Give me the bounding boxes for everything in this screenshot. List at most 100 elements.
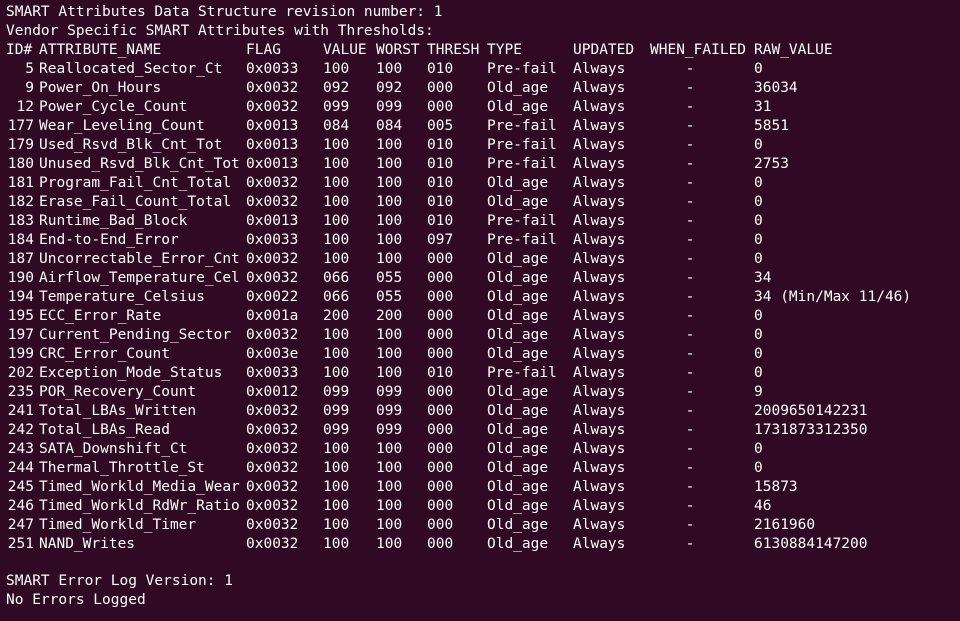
attribute-name: Program_Fail_Cnt_Total [39,175,232,191]
attribute-when-failed: - [685,536,695,552]
attribute-updated: Always [573,232,626,248]
header-updated: UPDATED [573,42,635,58]
attribute-name: Total_LBAs_Written [39,403,197,419]
attribute-flag: 0x0032 [246,99,299,115]
attribute-raw-value: 0 [754,251,763,267]
attribute-thresh: 000 [427,403,454,419]
attribute-worst: 100 [376,232,403,248]
attribute-thresh: 010 [427,61,454,77]
attribute-type: Old_age [487,517,549,533]
attribute-flag: 0x0013 [246,137,299,153]
attribute-name: Reallocated_Sector_Ct [39,61,223,77]
table-row: 12 Power_Cycle_Count 0x0032 099 099 000 Old_ag… [6,98,960,117]
terminal-window[interactable]: SMART Attributes Data Structure revision… [0,0,960,621]
attribute-value: 099 [323,99,350,115]
attribute-name: Timed_Workld_RdWr_Ratio [39,498,240,514]
header-raw-value: RAW_VALUE [754,42,833,58]
attribute-id: 245 [7,479,34,495]
attribute-id: 5 [25,61,34,77]
attribute-type: Pre-fail [487,137,557,153]
attribute-worst: 099 [376,99,403,115]
attribute-id: 197 [7,327,34,343]
attribute-value: 100 [323,460,350,476]
attribute-when-failed: - [685,517,695,533]
attribute-value: 200 [323,308,350,324]
attribute-flag: 0x0032 [246,194,299,210]
attribute-thresh: 010 [427,175,454,191]
attribute-id: 242 [7,422,34,438]
table-row: 183 Runtime_Bad_Block 0x0013 100 100 010 Pre-f… [6,212,960,231]
attribute-thresh: 010 [427,213,454,229]
table-row: 245 Timed_Workld_Media_Wear 0x0032 100 100 00… [6,478,960,497]
attribute-name: Wear_Leveling_Count [39,118,205,134]
attribute-updated: Always [573,137,626,153]
attribute-worst: 100 [376,251,403,267]
attribute-updated: Always [573,441,626,457]
attribute-id: 195 [7,308,34,324]
attribute-when-failed: - [685,61,695,77]
header-flag: FLAG [246,42,281,58]
attribute-type: Old_age [487,403,549,419]
attribute-worst: 092 [376,80,403,96]
attribute-name: Thermal_Throttle_St [39,460,205,476]
attribute-flag: 0x0032 [246,422,299,438]
attribute-id: 194 [7,289,34,305]
attribute-thresh: 000 [427,346,454,362]
attribute-thresh: 005 [427,118,454,134]
attribute-thresh: 010 [427,156,454,172]
attribute-raw-value: 0 [754,346,763,362]
attribute-when-failed: - [685,479,695,495]
attribute-thresh: 000 [427,251,454,267]
attribute-value: 100 [323,213,350,229]
table-row: 243 SATA_Downshift_Ct 0x0032 100 100 000 Old_a… [6,440,960,459]
attribute-flag: 0x0032 [246,460,299,476]
attribute-id: 244 [7,460,34,476]
attribute-id: 182 [7,194,34,210]
attribute-name: CRC_Error_Count [39,346,170,362]
attribute-value: 100 [323,536,350,552]
attribute-when-failed: - [685,251,695,267]
attribute-type: Old_age [487,327,549,343]
attribute-thresh: 000 [427,308,454,324]
error-log-version: SMART Error Log Version: 1 [6,573,233,589]
attribute-when-failed: - [685,213,695,229]
attribute-raw-value: 34 (Min/Max 11/46) [754,289,912,305]
attribute-thresh: 000 [427,422,454,438]
attribute-type: Old_age [487,441,549,457]
attribute-raw-value: 0 [754,137,763,153]
attribute-type: Pre-fail [487,365,557,381]
attribute-when-failed: - [685,137,695,153]
table-row: 197 Current_Pending_Sector 0x0032 100 100 000… [6,326,960,345]
table-row: 244 Thermal_Throttle_St 0x0032 100 100 000 Old… [6,459,960,478]
attribute-id: 251 [7,536,34,552]
attribute-raw-value: 0 [754,175,763,191]
attribute-updated: Always [573,384,626,400]
attribute-when-failed: - [685,327,695,343]
attribute-flag: 0x0013 [246,213,299,229]
attribute-type: Old_age [487,422,549,438]
attribute-value: 066 [323,270,350,286]
attribute-value: 100 [323,137,350,153]
attribute-thresh: 097 [427,232,454,248]
attribute-when-failed: - [685,99,695,115]
attribute-type: Old_age [487,308,549,324]
attribute-value: 100 [323,327,350,343]
attributes-table-body: 5 Reallocated_Sector_Ct 0x0033 100 100 010 Pre… [6,60,960,554]
attribute-worst: 100 [376,194,403,210]
table-row: 199 CRC_Error_Count 0x003e 100 100 000 Old_age… [6,345,960,364]
attribute-worst: 100 [376,175,403,191]
attribute-worst: 100 [376,536,403,552]
attribute-worst: 200 [376,308,403,324]
attribute-raw-value: 31 [754,99,772,115]
attribute-raw-value: 5851 [754,118,789,134]
attribute-when-failed: - [685,441,695,457]
attribute-updated: Always [573,365,626,381]
attribute-worst: 099 [376,422,403,438]
attribute-id: 246 [7,498,34,514]
attribute-value: 100 [323,232,350,248]
attribute-name: NAND_Writes [39,536,136,552]
attribute-value: 084 [323,118,350,134]
attribute-value: 100 [323,365,350,381]
attribute-when-failed: - [685,460,695,476]
attribute-thresh: 000 [427,460,454,476]
